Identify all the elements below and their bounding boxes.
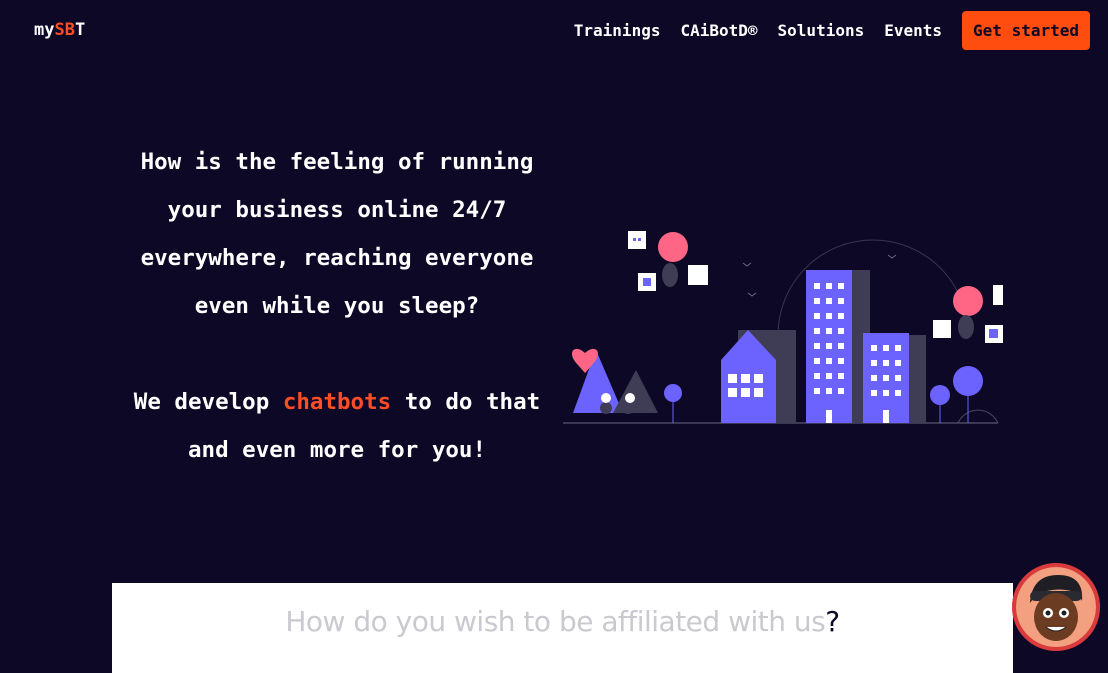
main-nav: Trainings CAiBotD® Solutions Events Get … bbox=[574, 11, 1090, 50]
panel-title: How do you wish to be affiliated with us… bbox=[112, 605, 1013, 638]
nav-caibotd[interactable]: CAiBotD® bbox=[680, 21, 757, 40]
chat-avatar-icon[interactable] bbox=[1012, 563, 1100, 651]
hero-text: How is the feeling of running your busin… bbox=[112, 138, 562, 474]
hero-question: How is the feeling of running your busin… bbox=[140, 149, 534, 319]
logo-prefix: my bbox=[34, 20, 55, 40]
site-logo[interactable]: mySBT bbox=[34, 20, 85, 40]
hero-statement: We develop chatbots to do that and even … bbox=[112, 378, 562, 474]
nav-events[interactable]: Events bbox=[884, 21, 942, 40]
chatbots-highlight: chatbots bbox=[282, 389, 392, 415]
get-started-button[interactable]: Get started bbox=[962, 11, 1090, 50]
logo-accent: SB bbox=[54, 20, 75, 40]
city-illustration bbox=[563, 231, 1003, 424]
logo-suffix: T bbox=[74, 20, 86, 40]
nav-trainings[interactable]: Trainings bbox=[574, 21, 661, 40]
panel-title-text: How do you wish to be affiliated with us bbox=[285, 605, 826, 638]
affiliation-panel: How do you wish to be affiliated with us… bbox=[112, 583, 1013, 673]
panel-title-mark: ? bbox=[825, 605, 840, 638]
nav-solutions[interactable]: Solutions bbox=[778, 21, 865, 40]
statement-before: We develop bbox=[133, 389, 283, 415]
